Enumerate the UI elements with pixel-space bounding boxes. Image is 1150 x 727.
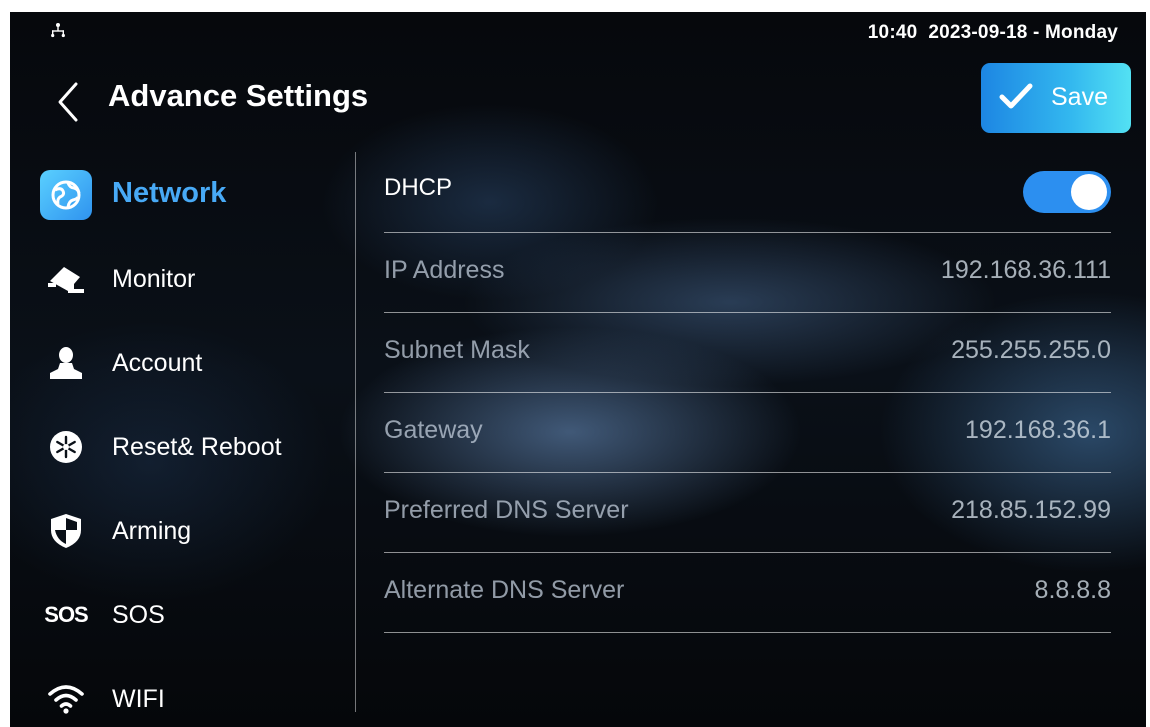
shield-icon <box>51 514 81 548</box>
sidebar-item-label: Network <box>112 177 227 209</box>
page-title: Advance Settings <box>108 78 369 113</box>
alternate-dns-label: Alternate DNS Server <box>384 576 625 604</box>
gateway-value: 192.168.36.1 <box>965 416 1111 444</box>
ip-address-row[interactable]: IP Address 192.168.36.111 <box>384 232 1111 313</box>
sos-icon: SOS <box>44 602 88 627</box>
dhcp-row: DHCP <box>384 152 1111 233</box>
status-bar: 10:40 2023-09-18 - Monday <box>10 12 1146 52</box>
dhcp-label: DHCP <box>384 174 453 201</box>
sidebar-item-wifi[interactable]: WIFI <box>40 669 340 727</box>
network-tree-icon <box>51 23 65 38</box>
sidebar-item-label: Account <box>112 349 203 377</box>
sidebar-item-arming[interactable]: Arming <box>40 501 340 561</box>
dhcp-toggle[interactable] <box>1023 171 1111 213</box>
subnet-mask-label: Subnet Mask <box>384 336 530 364</box>
subnet-mask-row[interactable]: Subnet Mask 255.255.255.0 <box>384 312 1111 393</box>
sidebar-item-network[interactable]: Network <box>40 165 340 225</box>
sidebar-item-label: Monitor <box>112 265 196 293</box>
clock: 10:40 2023-09-18 - Monday <box>867 22 1118 43</box>
gateway-row[interactable]: Gateway 192.168.36.1 <box>384 392 1111 473</box>
camera-icon <box>48 267 84 293</box>
toggle-knob <box>1071 174 1107 210</box>
ip-address-value: 192.168.36.111 <box>940 256 1111 284</box>
network-settings-panel: DHCP IP Address 192.168.36.111 Subnet Ma… <box>384 152 1111 652</box>
save-label: Save <box>1051 83 1108 111</box>
chevron-left-icon <box>58 82 78 122</box>
sidebar-item-reset-reboot[interactable]: Reset& Reboot <box>40 417 340 477</box>
sidebar: Network Monitor Account Reset& Reboot Ar… <box>10 152 355 727</box>
preferred-dns-row[interactable]: Preferred DNS Server 218.85.152.99 <box>384 472 1111 553</box>
sidebar-divider <box>355 152 356 712</box>
sidebar-item-label: WIFI <box>112 685 165 713</box>
subnet-mask-value: 255.255.255.0 <box>951 336 1111 364</box>
wifi-icon <box>48 685 84 714</box>
back-button[interactable] <box>50 80 90 124</box>
person-icon <box>50 347 82 379</box>
sidebar-item-account[interactable]: Account <box>40 333 340 393</box>
checkmark-icon <box>999 83 1033 109</box>
gateway-label: Gateway <box>384 416 483 444</box>
sidebar-item-label: Reset& Reboot <box>112 433 282 461</box>
preferred-dns-value: 218.85.152.99 <box>951 496 1111 524</box>
sidebar-item-monitor[interactable]: Monitor <box>40 249 340 309</box>
sidebar-item-label: Arming <box>112 517 192 545</box>
ip-address-label: IP Address <box>384 256 505 284</box>
advanced-settings-screen: 10:40 2023-09-18 - Monday Advance Settin… <box>10 12 1146 727</box>
snowflake-icon <box>50 431 82 463</box>
network-globe-icon <box>40 170 92 220</box>
alternate-dns-row[interactable]: Alternate DNS Server 8.8.8.8 <box>384 552 1111 633</box>
sidebar-item-label: SOS <box>112 601 165 629</box>
preferred-dns-label: Preferred DNS Server <box>384 496 629 524</box>
save-button[interactable]: Save <box>981 63 1131 133</box>
sidebar-item-sos[interactable]: SOS SOS <box>40 585 340 645</box>
alternate-dns-value: 8.8.8.8 <box>1034 576 1111 604</box>
